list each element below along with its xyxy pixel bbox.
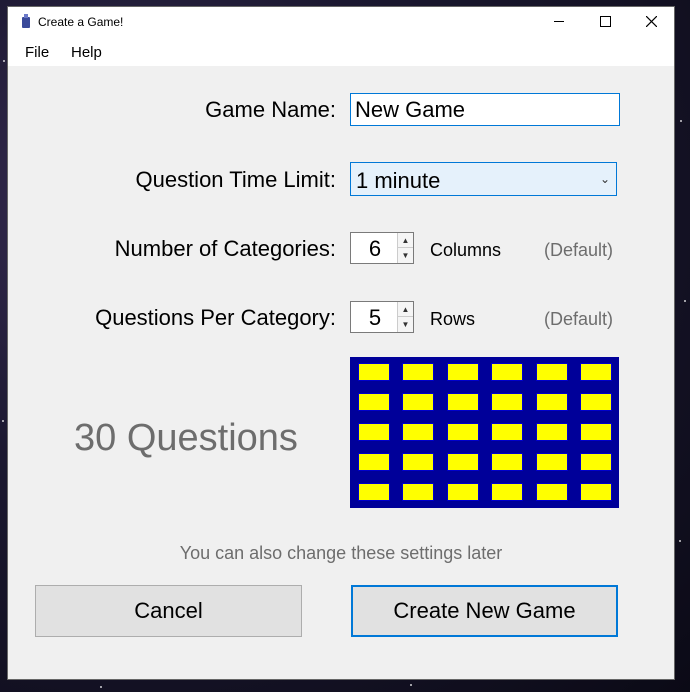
menu-file[interactable]: File: [25, 44, 49, 61]
maximize-icon: [599, 16, 611, 27]
menu-help[interactable]: Help: [71, 44, 102, 61]
maximize-button[interactable]: [582, 7, 628, 36]
game-name-label: Game Name:: [205, 97, 336, 122]
arrow-up-icon: ▲: [401, 304, 410, 314]
board-cell: [491, 423, 524, 441]
board-cell: [358, 483, 390, 501]
board-cell: [535, 393, 568, 411]
arrow-down-icon: ▼: [401, 251, 410, 260]
board-cell: [580, 453, 612, 471]
board-cell: [402, 363, 435, 381]
board-cell: [446, 423, 479, 441]
board-cell: [402, 483, 435, 501]
settings-hint: You can also change these settings later: [179, 543, 503, 563]
board-preview: [350, 357, 619, 508]
board-cell: [535, 363, 568, 381]
minimize-icon: [554, 21, 564, 22]
board-cell: [402, 453, 435, 471]
categories-spin-buttons: ▲ ▼: [397, 233, 413, 263]
board-cell: [446, 363, 479, 381]
create-game-button[interactable]: Create New Game: [351, 585, 618, 637]
game-name-input[interactable]: New Game: [350, 93, 620, 126]
categories-label: Number of Categories:: [114, 236, 336, 261]
board-cell: [358, 423, 390, 441]
categories-increment-button[interactable]: ▲: [398, 233, 413, 248]
board-cell: [535, 483, 568, 501]
questions-increment-button[interactable]: ▲: [398, 302, 413, 317]
board-cell: [446, 453, 479, 471]
questions-default-label: (Default): [544, 309, 614, 329]
close-button[interactable]: [628, 7, 674, 36]
board-cell: [491, 363, 524, 381]
minimize-button[interactable]: [536, 7, 582, 36]
arrow-down-icon: ▼: [401, 320, 410, 329]
questions-decrement-button[interactable]: ▼: [398, 317, 413, 332]
questions-stepper[interactable]: 5 ▲ ▼: [350, 301, 414, 333]
board-cell: [580, 483, 612, 501]
board-cell: [535, 423, 568, 441]
columns-label: Columns: [430, 240, 502, 260]
board-cell: [402, 393, 435, 411]
questions-spin-buttons: ▲ ▼: [397, 302, 413, 332]
create-game-window: Create a Game! File Help Game Name: New …: [8, 7, 674, 679]
window-title: Create a Game!: [38, 15, 124, 29]
app-icon: [22, 14, 30, 28]
board-cell: [580, 393, 612, 411]
board-cell: [535, 453, 568, 471]
menu-bar: File Help: [8, 36, 674, 66]
title-bar: Create a Game!: [8, 7, 674, 36]
close-icon: [645, 16, 657, 27]
categories-decrement-button[interactable]: ▼: [398, 248, 413, 263]
board-cell: [580, 423, 612, 441]
rows-label: Rows: [430, 309, 476, 329]
time-limit-label: Question Time Limit:: [135, 167, 336, 192]
cancel-button[interactable]: Cancel: [35, 585, 302, 637]
board-cell: [358, 363, 390, 381]
board-cell: [491, 453, 524, 471]
board-cell: [358, 393, 390, 411]
categories-value: 6: [368, 236, 382, 261]
questions-label: Questions Per Category:: [95, 305, 336, 330]
board-cell: [491, 483, 524, 501]
board-cell: [446, 393, 479, 411]
board-cell: [446, 483, 479, 501]
categories-default-label: (Default): [544, 240, 614, 260]
categories-stepper[interactable]: 6 ▲ ▼: [350, 232, 414, 264]
board-cell: [358, 453, 390, 471]
question-count: 30 Questions: [74, 417, 298, 459]
board-cell: [491, 393, 524, 411]
time-limit-value: 1 minute: [356, 168, 441, 193]
questions-value: 5: [368, 305, 382, 330]
board-cell: [580, 363, 612, 381]
time-limit-select[interactable]: 1 minute ⌄: [350, 162, 617, 196]
arrow-up-icon: ▲: [401, 235, 410, 245]
board-cell: [402, 423, 435, 441]
chevron-down-icon: ⌄: [599, 172, 610, 186]
